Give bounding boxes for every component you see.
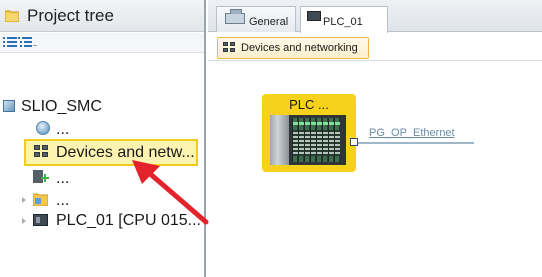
tree-item-label: SLIO_SMC — [21, 98, 102, 115]
plc-icon — [33, 214, 48, 226]
expand-arrow-icon[interactable] — [22, 197, 26, 203]
expand-arrow-icon[interactable] — [22, 218, 26, 224]
add-device-icon — [33, 170, 49, 185]
tree-item-label: ... — [56, 121, 70, 138]
expand-all-icon[interactable] — [3, 37, 17, 48]
general-icon — [225, 9, 245, 24]
folder-icon — [5, 10, 19, 22]
project-tree-title: Project tree — [27, 6, 114, 25]
network-label[interactable]: PG_OP_Ethernet — [369, 127, 455, 140]
project-tree-header: Project tree — [0, 0, 204, 32]
tab-label: PLC_01 — [323, 16, 363, 28]
editor-subtab-bar: Devices and networking — [208, 33, 542, 61]
plc-device-block[interactable]: PLC ... — [262, 94, 356, 172]
subtab-label: Devices and networking — [241, 42, 358, 54]
toolbar-dropdown-icon[interactable] — [33, 45, 37, 46]
annotation-arrow-icon — [132, 160, 209, 225]
device-label: PLC ... — [289, 97, 329, 112]
network-line[interactable] — [358, 142, 474, 144]
tree-item-label: ... — [56, 192, 70, 209]
project-tree-pane: Project tree SLIO_SMC ... Devices and ne… — [0, 0, 206, 277]
folder-icon — [33, 193, 48, 206]
tree-item-project[interactable]: SLIO_SMC — [0, 96, 204, 118]
subtab-devices-networking[interactable]: Devices and networking — [217, 37, 369, 59]
plc-hardware-image — [270, 115, 346, 165]
collapse-all-icon[interactable] — [18, 37, 32, 48]
devices-networks-icon — [34, 145, 49, 159]
editor-tab-bar: General PLC_01 — [208, 0, 542, 33]
tab-plc-01[interactable]: PLC_01 — [300, 6, 388, 33]
plc-icon — [307, 11, 321, 21]
info-globe-icon — [36, 121, 50, 135]
tree-item-info[interactable]: ... — [0, 119, 204, 141]
devices-networks-icon — [223, 42, 238, 56]
project-icon — [3, 100, 15, 112]
project-tree-toolbar — [0, 33, 204, 53]
tab-general[interactable]: General — [216, 6, 296, 32]
tree-item-label: ... — [56, 170, 70, 187]
tab-label: General — [249, 16, 289, 28]
ethernet-port[interactable] — [350, 138, 358, 146]
